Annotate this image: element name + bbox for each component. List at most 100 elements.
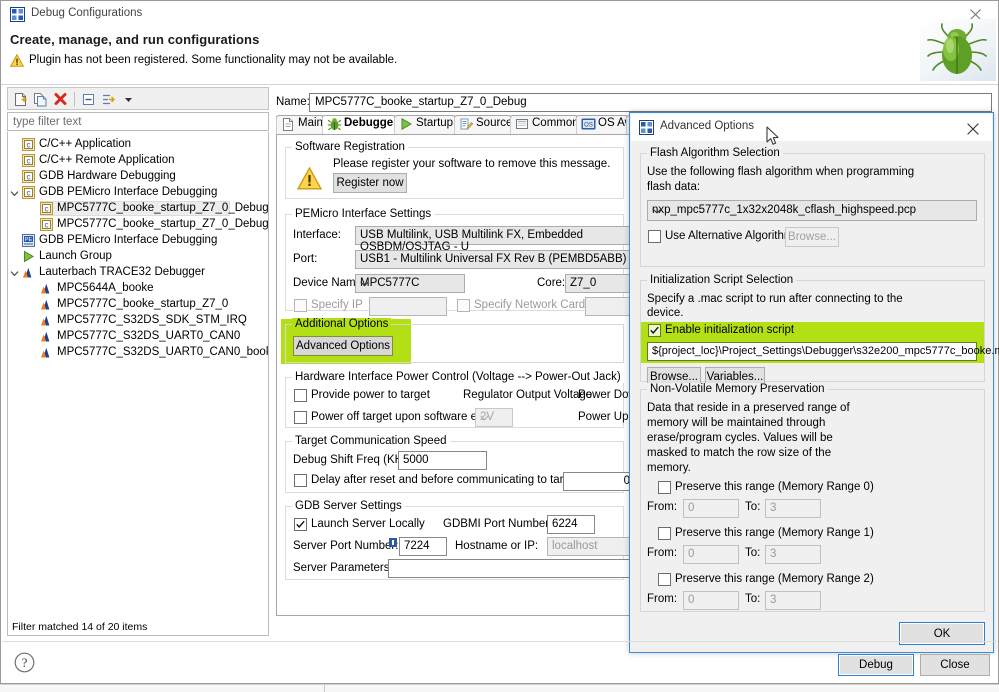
power-off-exit-checkbox[interactable] (294, 411, 307, 424)
filter-icon[interactable] (100, 91, 117, 108)
flash-algorithm-combo[interactable]: nxp_mpc5777c_1x32x2048k_cflash_highspeed… (647, 200, 977, 221)
chevron-down-icon[interactable] (10, 268, 19, 277)
collapse-all-icon[interactable] (80, 91, 97, 108)
name-input[interactable]: MPC5777C_booke_startup_Z7_0_Debug (309, 93, 992, 112)
init-script-path-input[interactable]: ${project_loc}\Project_Settings\Debugger… (647, 342, 999, 361)
launch-server-locally-label: Launch Server Locally (311, 518, 425, 530)
preserve-range-2-checkbox[interactable] (658, 573, 671, 586)
tree-item[interactable]: PE GDB PEMicro Interface Debugging (8, 233, 268, 248)
debug-button[interactable]: Debug (838, 654, 914, 676)
interface-combo[interactable]: USB Multilink, USB Multilink FX, Embedde… (355, 226, 630, 253)
tree-item-label: MPC5777C_S32DS_SDK_STM_IRQ (57, 314, 247, 326)
debugger-tab-panel: Software Registration Please register yo… (276, 134, 631, 616)
filter-placeholder: type filter text (13, 116, 82, 128)
filter-input[interactable]: type filter text (7, 112, 269, 131)
tab-os-awar[interactable]: OS OS Awar (576, 115, 643, 135)
c-config-icon: c (40, 202, 53, 215)
use-alternative-algorithm-checkbox[interactable] (648, 230, 661, 243)
range-0-from-input[interactable]: 0 (683, 499, 739, 518)
range-1-from-input[interactable]: 0 (683, 545, 739, 564)
tree-item-label: MPC5777C_booke_startup_Z7_0_Debug (57, 202, 269, 214)
flash-browse-button[interactable]: Browse... (785, 227, 839, 247)
provide-power-label: Provide power to target (311, 389, 430, 401)
tree-item[interactable]: MPC5777C_S32DS_SDK_STM_IRQ (8, 313, 268, 328)
chevron-down-icon[interactable] (120, 91, 137, 108)
register-now-button[interactable]: Register now (333, 173, 407, 193)
launch-config-tree[interactable]: c C/C++ Application c C/C++ Remote Applicat… (7, 132, 269, 636)
chevron-down-icon[interactable] (10, 188, 19, 197)
server-port-label: Server Port Number: (293, 540, 399, 552)
new-configuration-icon[interactable] (12, 91, 29, 108)
close-button[interactable]: Close (920, 654, 990, 676)
tree-item[interactable]: MPC5777C_booke_startup_Z7_0 (8, 297, 268, 312)
tree-item[interactable]: c MPC5777C_booke_startup_Z7_0_Debug_RAM (8, 217, 268, 232)
svg-text:c: c (27, 157, 31, 166)
tree-item[interactable]: MPC5777C_S32DS_UART0_CAN0_book_e (8, 345, 268, 360)
tab-source[interactable]: Source (454, 115, 516, 135)
range-2-from-input[interactable]: 0 (683, 591, 739, 610)
enable-init-script-checkbox[interactable] (648, 324, 661, 337)
tab-debugger[interactable]: Debugger (322, 115, 400, 135)
tab-label: Main (298, 117, 323, 129)
tree-item[interactable]: MPC5644A_booke (8, 281, 268, 296)
startup-play-icon (399, 117, 414, 132)
regulator-voltage-label: Regulator Output Voltage (463, 389, 593, 401)
provide-power-checkbox[interactable] (294, 389, 307, 402)
core-combo[interactable]: Z7_0 (565, 274, 630, 293)
init-script-title: Initialization Script Selection (647, 274, 797, 286)
footer-divider (2, 641, 997, 642)
port-label: Port: (293, 253, 318, 265)
specify-ip-checkbox[interactable] (294, 299, 307, 312)
delay-after-reset-checkbox[interactable] (294, 474, 307, 487)
tab-common[interactable]: Common (510, 115, 582, 135)
advanced-options-dialog: Advanced Options Flash Algorithm Selecti… (629, 112, 999, 653)
help-question-icon[interactable]: ? (14, 652, 36, 674)
dialog-close-button[interactable] (955, 114, 991, 141)
device-name-combo[interactable]: MPC5777C (355, 274, 465, 293)
power-off-exit-label: Power off target upon software exit (311, 411, 489, 423)
gdbmi-port-input[interactable]: 6224 (547, 515, 595, 534)
tree-item[interactable]: Lauterbach TRACE32 Debugger (8, 265, 268, 280)
svg-text:?: ? (22, 655, 28, 670)
tree-item[interactable]: c MPC5777C_booke_startup_Z7_0_Debug (8, 201, 268, 216)
tab-main[interactable]: Main (276, 115, 328, 135)
server-parameters-input[interactable] (388, 559, 630, 578)
duplicate-icon[interactable] (32, 91, 49, 108)
tree-item[interactable]: c C/C++ Application (8, 137, 268, 152)
hostname-input[interactable]: localhost (547, 537, 630, 556)
preserve-range-0-checkbox[interactable] (658, 481, 671, 494)
registration-message: Please register your software to remove … (333, 158, 611, 170)
tab-startup[interactable]: Startup (394, 115, 460, 135)
advanced-options-button[interactable]: Advanced Options (293, 336, 393, 356)
specify-network-card-input[interactable] (585, 297, 630, 316)
port-combo[interactable]: USB1 - Multilink Universal FX Rev B (PEM… (355, 250, 630, 269)
specify-ip-input[interactable] (369, 297, 447, 316)
specify-network-card-checkbox[interactable] (457, 299, 470, 312)
window-titlebar: Debug Configurations (1, 1, 998, 29)
tree-item[interactable]: c GDB PEMicro Interface Debugging (8, 185, 268, 200)
shift-freq-input[interactable]: 5000 (398, 451, 487, 470)
info-icon (389, 538, 397, 550)
tree-item[interactable]: c C/C++ Remote Application (8, 153, 268, 168)
source-icon (459, 117, 474, 132)
flash-algorithm-desc-2: flash data: (647, 181, 701, 193)
delete-icon[interactable] (52, 91, 69, 108)
voltage-combo[interactable]: 2V (475, 408, 513, 427)
delay-value-input[interactable]: 0 (563, 472, 630, 491)
launch-server-locally-checkbox[interactable] (294, 518, 307, 531)
svg-text:c: c (27, 141, 31, 150)
tree-item[interactable]: c GDB Hardware Debugging (8, 169, 268, 184)
range-2-to-input[interactable]: 3 (765, 591, 821, 610)
tree-item[interactable]: Launch Group (8, 249, 268, 264)
range-0-to-input[interactable]: 3 (765, 499, 821, 518)
shift-freq-label: Debug Shift Freq (KHz) (293, 454, 413, 466)
tree-item[interactable]: MPC5777C_S32DS_UART0_CAN0 (8, 329, 268, 344)
c-config-icon: c (22, 170, 35, 183)
nvm-description-line: memory. (647, 462, 691, 474)
pemicro-icon: PE (22, 234, 35, 247)
preserve-range-1-checkbox[interactable] (658, 527, 671, 540)
server-port-input[interactable]: 7224 (399, 537, 447, 556)
pemicro-settings-title: PEMicro Interface Settings (292, 208, 435, 220)
tab-label: Source (476, 117, 513, 129)
range-1-to-input[interactable]: 3 (765, 545, 821, 564)
